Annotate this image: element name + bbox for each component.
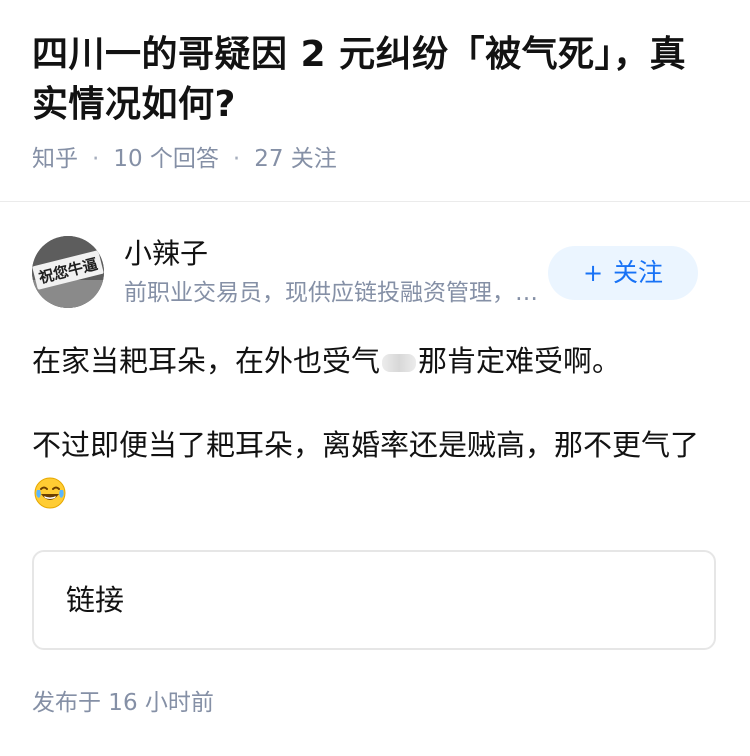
avatar-image: 祝您牛逼: [32, 236, 104, 308]
answer-paragraph-1: 在家当耙耳朵，在外也受气 那肯定难受啊。: [32, 336, 712, 386]
answer-content: 在家当耙耳朵，在外也受气 那肯定难受啊。 不过即便当了耙耳朵，离婚率还是贼高，那不…: [32, 336, 712, 520]
source-label[interactable]: 知乎: [32, 146, 78, 172]
follow-label: 关注: [613, 258, 664, 287]
laughing-tears-emoji: [34, 477, 66, 509]
link-card-label: 链接: [66, 583, 125, 617]
question-title[interactable]: 四川一的哥疑因 2 元纠纷「被气死」，真实情况如何?: [32, 30, 722, 130]
plus-icon: +: [582, 259, 604, 287]
follower-count[interactable]: 27 关注: [254, 146, 337, 172]
separator-dot: ·: [92, 146, 100, 172]
divider: [0, 201, 750, 202]
author-row: 祝您牛逼 小辣子 前职业交易员，现供应链投融资管理，金融研究方向 + 关注: [32, 236, 718, 312]
question-meta: 知乎 · 10 个回答 · 27 关注: [32, 142, 337, 176]
answer-text-2: 不过即便当了耙耳朵，离婚率还是贼高，那不更气了: [32, 428, 700, 462]
author-name[interactable]: 小辣子: [124, 236, 208, 272]
avatar[interactable]: 祝您牛逼: [32, 236, 104, 308]
separator-dot: ·: [232, 146, 241, 172]
answer-count[interactable]: 10 个回答: [113, 146, 219, 172]
blurred-emoji: [382, 354, 417, 372]
question-header: 四川一的哥疑因 2 元纠纷「被气死」，真实情况如何?: [32, 30, 722, 130]
follow-button[interactable]: + 关注: [548, 246, 698, 300]
answer-text-1a: 在家当耙耳朵，在外也受气: [32, 344, 381, 378]
author-bio: 前职业交易员，现供应链投融资管理，金融研究方向: [124, 280, 544, 306]
publish-time: 发布于 16 小时前: [32, 690, 214, 716]
link-card[interactable]: 链接: [32, 550, 716, 650]
answer-paragraph-2: 不过即便当了耙耳朵，离婚率还是贼高，那不更气了: [32, 420, 712, 520]
answer-text-1b: 那肯定难受啊。: [418, 344, 622, 378]
